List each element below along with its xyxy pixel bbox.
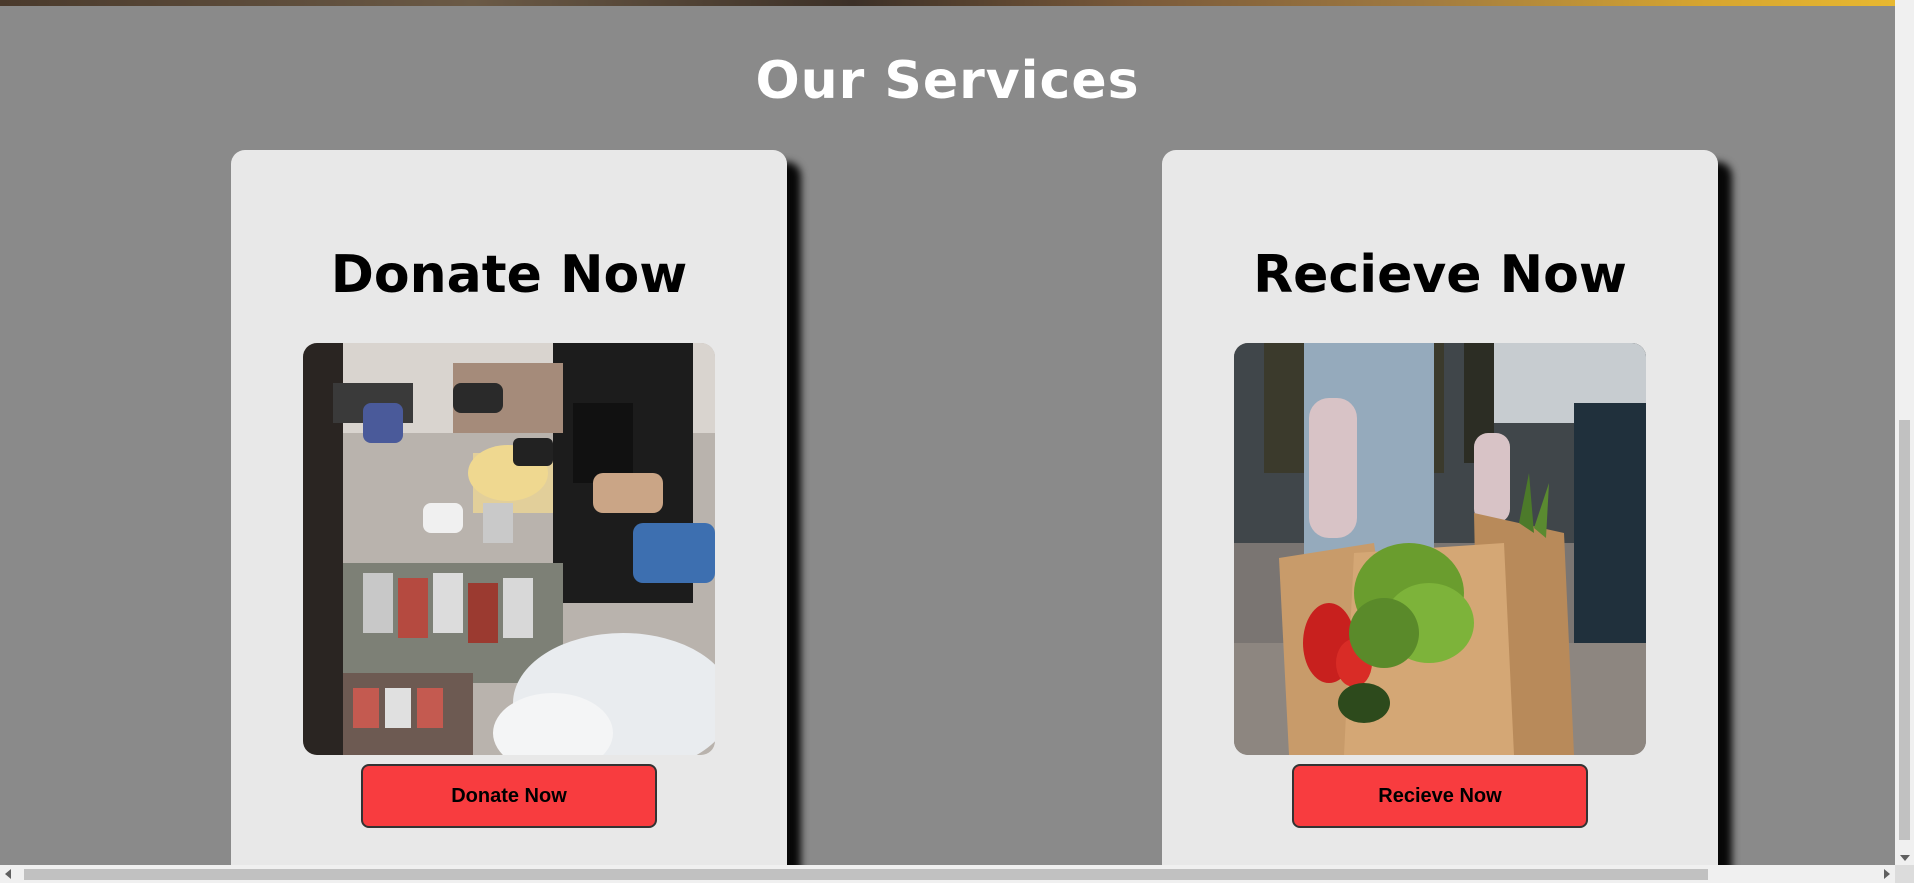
donate-card: Donate Now Donate Now [231, 150, 787, 865]
receive-card-title: Recieve Now [1253, 245, 1627, 305]
receive-card: Recieve Now Recieve Now [1162, 150, 1718, 865]
vertical-scrollbar[interactable] [1895, 0, 1914, 865]
donate-photo-illustration [303, 343, 715, 755]
scroll-left-arrow-icon[interactable] [5, 869, 11, 879]
horizontal-scrollbar[interactable] [0, 865, 1895, 883]
page: Our Services Donate Now Donate Now Recie… [0, 0, 1895, 865]
scrollbar-corner [1895, 865, 1914, 883]
donate-card-title: Donate Now [330, 245, 688, 305]
vertical-scrollbar-thumb[interactable] [1899, 420, 1910, 840]
section-title: Our Services [755, 51, 1140, 111]
receive-photo-illustration [1234, 343, 1646, 755]
donate-image [303, 343, 715, 755]
scroll-right-arrow-icon[interactable] [1884, 869, 1890, 879]
hero-image-bottom-edge [0, 0, 1895, 6]
receive-image [1234, 343, 1646, 755]
receive-now-button[interactable]: Recieve Now [1292, 764, 1588, 828]
donate-now-button[interactable]: Donate Now [361, 764, 657, 828]
scroll-down-arrow-icon[interactable] [1900, 855, 1910, 861]
horizontal-scrollbar-thumb[interactable] [24, 869, 1708, 880]
